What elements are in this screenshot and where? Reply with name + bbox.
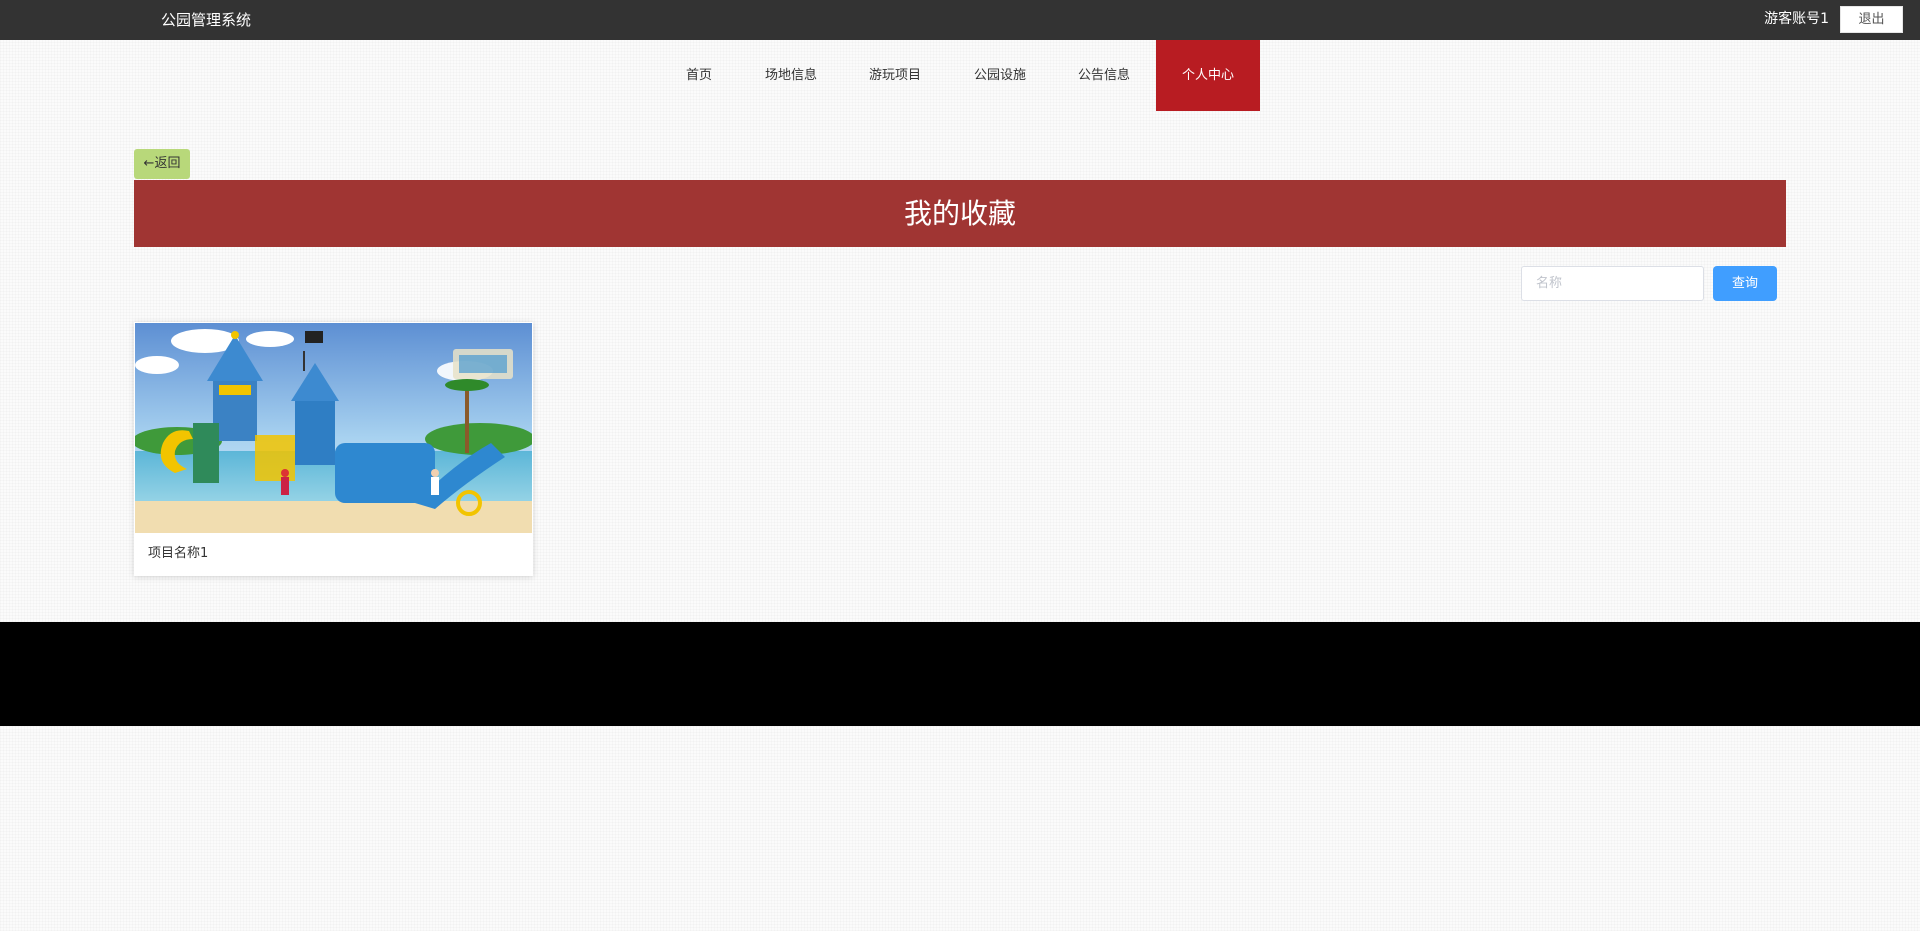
- nav-item-attractions[interactable]: 游玩项目: [856, 40, 934, 111]
- nav-item-personal-center[interactable]: 个人中心: [1156, 40, 1260, 111]
- nav-item-announcements[interactable]: 公告信息: [1065, 40, 1143, 111]
- top-bar: 公园管理系统 游客账号1 退出: [0, 0, 1920, 40]
- main-nav: 首页 场地信息 游玩项目 公园设施 公告信息 个人中心: [0, 40, 1920, 111]
- site-brand: 公园管理系统: [161, 11, 252, 29]
- nav-item-home[interactable]: 首页: [672, 40, 726, 111]
- favorite-card[interactable]: 项目名称1: [134, 322, 533, 576]
- search-button[interactable]: 查询: [1713, 266, 1777, 301]
- current-user[interactable]: 游客账号1: [1764, 9, 1829, 29]
- logout-button[interactable]: 退出: [1840, 6, 1903, 33]
- back-button[interactable]: ←返回: [134, 149, 190, 179]
- page-title-bar: 我的收藏: [134, 180, 1786, 247]
- footer: [0, 622, 1920, 726]
- page-title: 我的收藏: [903, 197, 1016, 230]
- search-name-input[interactable]: [1521, 266, 1704, 301]
- favorite-card-title: 项目名称1: [148, 546, 209, 561]
- nav-item-park-facilities[interactable]: 公园设施: [961, 40, 1039, 111]
- nav-item-venue-info[interactable]: 场地信息: [752, 40, 830, 111]
- playground-castle-image: [135, 323, 532, 533]
